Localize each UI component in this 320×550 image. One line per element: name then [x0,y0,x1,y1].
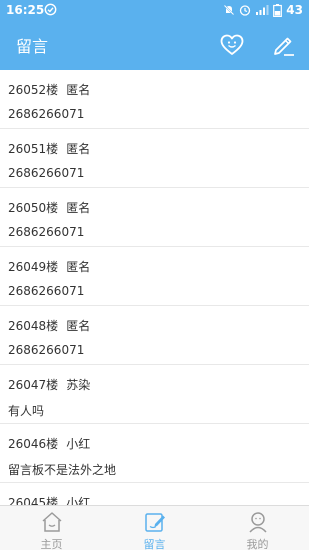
list-item[interactable]: 26047楼 苏染 有人吗 [0,365,309,424]
floor-number: 26050楼 [8,201,59,215]
message-content: 2686266071 [8,107,85,121]
profile-icon [246,510,270,536]
floor-number: 26046楼 [8,437,59,451]
tab-label: 主页 [40,538,63,550]
author-name: 小红 [66,496,91,505]
floor-number: 26048楼 [8,319,59,333]
message-icon [143,510,167,536]
home-icon [40,510,64,536]
list-item[interactable]: 26052楼 匿名 2686266071 [0,70,309,129]
message-content: 2686266071 [8,343,85,357]
author-name: 苏染 [66,378,91,392]
author-name: 匿名 [66,142,91,156]
floor-number: 26049楼 [8,260,59,274]
tab-label: 我的 [246,538,269,550]
signal-icon [255,4,269,16]
battery-level: 43 [286,3,303,17]
floor-number: 26047楼 [8,378,59,392]
message-list[interactable]: 26052楼 匿名 2686266071 26051楼 匿名 268626607… [0,70,309,505]
list-item[interactable]: 26049楼 匿名 2686266071 [0,247,309,306]
status-time: 16:25 [6,3,45,17]
alarm-icon [239,4,251,16]
author-name: 匿名 [66,201,91,215]
floor-number: 26045楼 [8,496,59,505]
tab-home[interactable]: 主页 [0,506,103,550]
tab-profile[interactable]: 我的 [206,506,309,550]
compose-icon[interactable] [270,32,296,58]
page-title: 留言 [16,37,49,56]
message-content: 留言板不是法外之地 [8,463,117,477]
list-item[interactable]: 26045楼 小红 [0,483,309,505]
message-content: 2686266071 [8,284,85,298]
list-item[interactable]: 26048楼 匿名 2686266071 [0,306,309,365]
battery-icon [273,3,283,17]
sync-check-icon [44,3,57,16]
app-bar: 留言 [0,20,309,70]
message-content: 2686266071 [8,225,85,239]
message-content: 2686266071 [8,166,85,180]
author-name: 匿名 [66,260,91,274]
tab-message[interactable]: 留言 [103,506,206,550]
bottom-tab-bar: 主页 留言 我的 [0,505,309,550]
floor-number: 26051楼 [8,142,59,156]
heart-smile-icon[interactable] [219,32,245,58]
author-name: 小红 [66,437,91,451]
list-item[interactable]: 26050楼 匿名 2686266071 [0,188,309,247]
tab-label: 留言 [143,538,166,550]
list-item[interactable]: 26051楼 匿名 2686266071 [0,129,309,188]
author-name: 匿名 [66,83,91,97]
message-content: 有人吗 [8,404,45,418]
list-item[interactable]: 26046楼 小红 留言板不是法外之地 [0,424,309,483]
status-bar: 16:25 43 [0,0,309,20]
floor-number: 26052楼 [8,83,59,97]
author-name: 匿名 [66,319,91,333]
mute-icon [223,4,235,16]
